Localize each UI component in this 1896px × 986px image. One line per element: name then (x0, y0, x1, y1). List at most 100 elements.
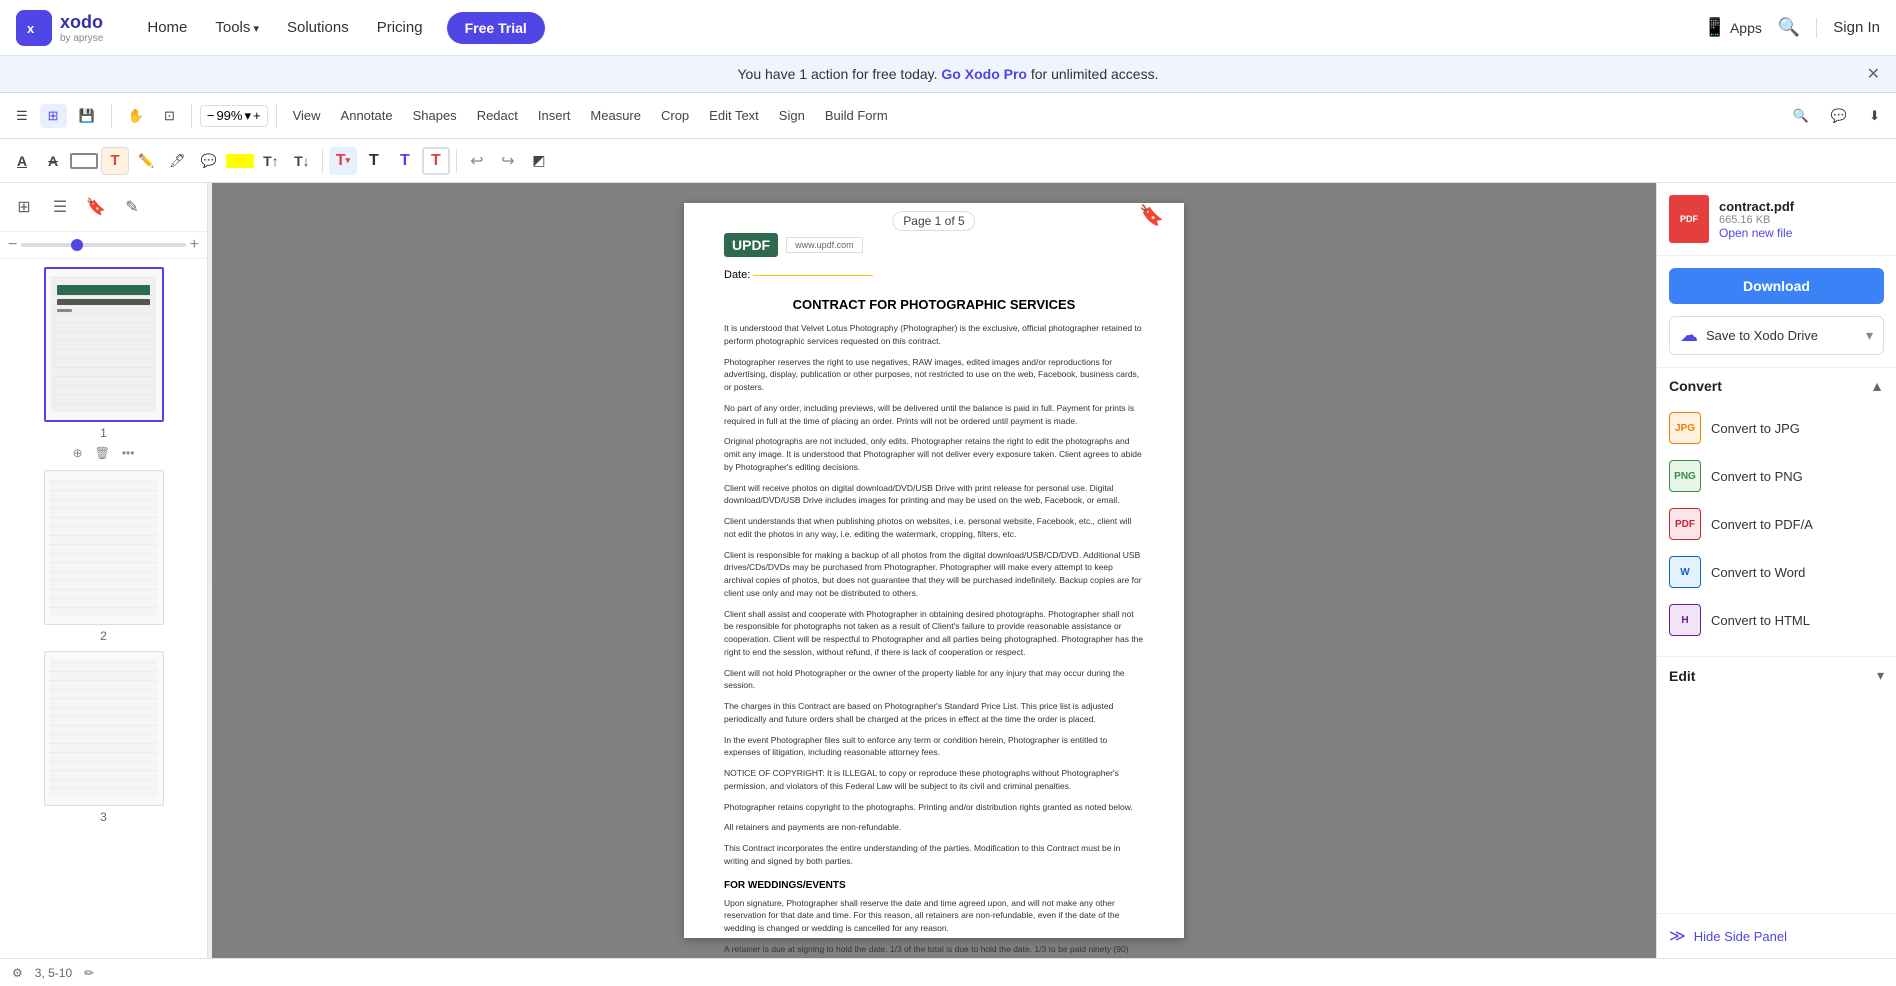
bookmark-button[interactable]: 🔖 (80, 191, 112, 223)
convert-pdfa-button[interactable]: PDF Convert to PDF/A (1669, 500, 1884, 548)
sign-in-button[interactable]: Sign In (1833, 19, 1880, 36)
slider-plus-button[interactable]: + (190, 236, 199, 254)
insert-button[interactable]: Insert (530, 104, 579, 127)
nav-home[interactable]: Home (135, 11, 199, 44)
list-view-button[interactable]: ☰ (44, 191, 76, 223)
para-6: Client understands that when publishing … (724, 515, 1144, 541)
zoom-slider-thumb[interactable] (71, 239, 83, 251)
banner-close-button[interactable]: ✕ (1867, 64, 1880, 84)
main-area: ⊞ ☰ 🔖 ✎ − + 1 (0, 183, 1896, 958)
text-style-2[interactable]: T (360, 147, 388, 175)
file-size: 665.16 KB (1719, 214, 1884, 226)
search-icon[interactable]: 🔍 (1778, 17, 1800, 38)
annotation-list-button[interactable]: ✎ (116, 191, 148, 223)
edit-section-title: Edit (1669, 668, 1695, 684)
convert-section-header[interactable]: Convert ▲ (1657, 368, 1896, 404)
pencil-button[interactable]: ✏️ (132, 147, 160, 175)
redo-button[interactable]: ↪ (494, 147, 522, 175)
redact-button[interactable]: Redact (469, 104, 526, 127)
view-button[interactable]: View (285, 104, 329, 127)
thumb-add-button[interactable]: ⊕ (69, 444, 87, 462)
convert-jpg-button[interactable]: JPG Convert to JPG (1669, 404, 1884, 452)
highlight-button[interactable] (226, 154, 254, 168)
sign-button[interactable]: Sign (771, 104, 813, 127)
status-settings-button[interactable]: ⚙ (8, 964, 27, 982)
text-style-4[interactable]: T (422, 147, 450, 175)
convert-word-button[interactable]: W Convert to Word (1669, 548, 1884, 596)
nav-solutions[interactable]: Solutions (275, 11, 361, 44)
brush-button[interactable]: 🖊 (163, 147, 192, 175)
eraser-button[interactable]: ◩ (525, 147, 553, 175)
zoom-slider-track[interactable] (21, 243, 185, 247)
download-button[interactable]: ⬇ (1861, 104, 1888, 128)
convert-pdfa-label: Convert to PDF/A (1711, 517, 1813, 532)
edit-text-button[interactable]: Edit Text (701, 104, 767, 127)
nav-links: Home Tools Solutions Pricing Free Trial (135, 11, 544, 44)
save-to-xodo-button[interactable]: ☁ Save to Xodo Drive ▾ (1669, 316, 1884, 355)
text-style-1[interactable]: T▾ (329, 147, 357, 175)
text-underline-button[interactable]: A (8, 147, 36, 175)
apps-link[interactable]: 📱 Apps (1704, 17, 1762, 38)
jpg-icon: JPG (1669, 412, 1701, 444)
zoom-out-icon[interactable]: − (207, 108, 215, 123)
hide-side-panel-button[interactable]: ≫ Hide Side Panel (1657, 913, 1896, 958)
share-button[interactable]: 💬 (1823, 104, 1855, 128)
thumbnail-num-3: 3 (100, 810, 107, 824)
nav-tools[interactable]: Tools (203, 11, 271, 44)
page-date: Date: (724, 269, 1144, 281)
edit-section-header[interactable]: Edit ▾ (1657, 657, 1896, 694)
xodo-drive-icon: ☁ (1680, 325, 1698, 346)
text-strikethrough-button[interactable]: A (39, 147, 67, 175)
toolbar-right: 🔍 💬 ⬇ (1785, 104, 1888, 128)
save-xodo-expand-icon[interactable]: ▾ (1866, 327, 1873, 344)
thumbnail-view-button[interactable]: ⊞ (8, 191, 40, 223)
sidebar-toggle-button[interactable]: ⊞ (40, 104, 67, 128)
thumbnail-actions-1: ⊕ 🗑 ••• (69, 444, 139, 462)
convert-html-button[interactable]: H Convert to HTML (1669, 596, 1884, 644)
undo-button[interactable]: ↩ (463, 147, 491, 175)
menu-button[interactable]: ☰ (8, 104, 36, 128)
slider-minus-button[interactable]: − (8, 236, 17, 254)
zoom-level[interactable]: 99% (216, 108, 242, 123)
thumbnail-image-3 (44, 651, 164, 806)
contract-heading: CONTRACT FOR PHOTOGRAPHIC SERVICES (724, 297, 1144, 312)
page-bookmark[interactable]: 🔖 (1139, 203, 1164, 228)
edit-section-expand-icon[interactable]: ▾ (1877, 667, 1884, 684)
text-up-button[interactable]: T↑ (257, 147, 285, 175)
zoom-control[interactable]: − 99% ▾ + (200, 105, 268, 127)
png-icon: PNG (1669, 460, 1701, 492)
save-button[interactable]: 💾 (71, 104, 103, 128)
text-color-button[interactable]: T (101, 147, 129, 175)
comment-button[interactable]: 💬 (195, 147, 223, 175)
selection-tool-button[interactable]: ⊡ (156, 104, 183, 128)
updf-logo: UPDF (724, 233, 778, 257)
zoom-in-icon[interactable]: + (253, 108, 261, 123)
search-button[interactable]: 🔍 (1785, 104, 1817, 128)
free-trial-button[interactable]: Free Trial (447, 12, 545, 44)
thumb-delete-button[interactable]: 🗑 (91, 444, 114, 462)
thumbnail-item-2[interactable]: 2 (8, 470, 199, 643)
crop-button[interactable]: Crop (653, 104, 697, 127)
download-button[interactable]: Download (1669, 268, 1884, 304)
thumbnail-item-3[interactable]: 3 (8, 651, 199, 824)
annotate-button[interactable]: Annotate (333, 104, 401, 127)
convert-png-button[interactable]: PNG Convert to PNG (1669, 452, 1884, 500)
convert-word-label: Convert to Word (1711, 565, 1805, 580)
separator-3 (276, 104, 277, 128)
para-10: The charges in this Contract are based o… (724, 700, 1144, 726)
hand-tool-button[interactable]: ✋ (120, 104, 152, 128)
shapes-button[interactable]: Shapes (405, 104, 465, 127)
build-form-button[interactable]: Build Form (817, 104, 896, 127)
status-edit-button[interactable]: ✏ (80, 964, 98, 982)
thumbnail-item-1[interactable]: 1 ⊕ 🗑 ••• (8, 267, 199, 462)
convert-section-collapse-icon[interactable]: ▲ (1870, 378, 1884, 394)
thumb-more-button[interactable]: ••• (118, 444, 139, 462)
measure-button[interactable]: Measure (582, 104, 649, 127)
open-new-file-link[interactable]: Open new file (1719, 226, 1884, 240)
text-style-3[interactable]: T (391, 147, 419, 175)
rectangle-button[interactable] (70, 153, 98, 169)
text-down-button[interactable]: T↓ (288, 147, 316, 175)
logo[interactable]: x xodo by apryse (16, 10, 103, 46)
zoom-dropdown-icon[interactable]: ▾ (244, 108, 251, 124)
nav-pricing[interactable]: Pricing (365, 11, 435, 44)
